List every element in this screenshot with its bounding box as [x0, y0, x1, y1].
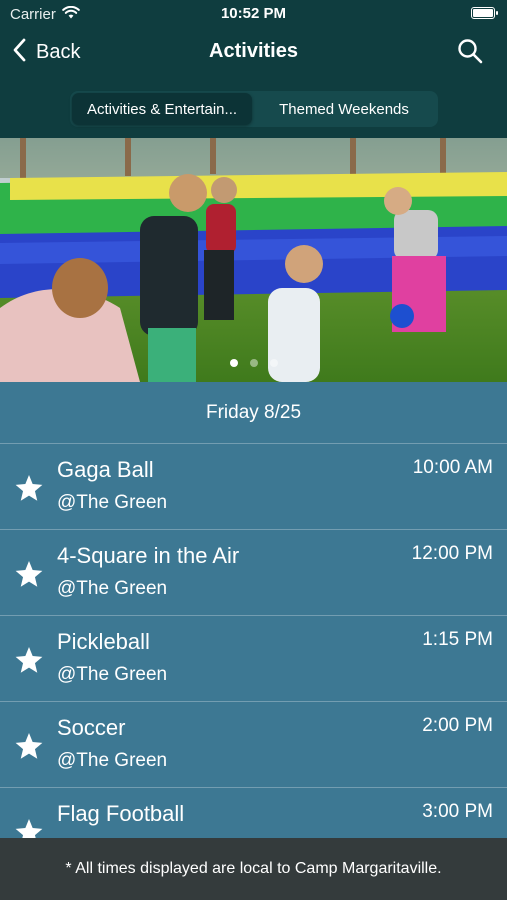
hero-photo — [0, 138, 507, 382]
status-time: 10:52 PM — [220, 5, 287, 22]
list-item[interactable]: Soccer @The Green 2:00 PM — [0, 701, 507, 787]
category-tabs: Activities & Entertain... Themed Weekend… — [70, 91, 438, 127]
activity-location: @The Green — [57, 492, 168, 513]
list-item[interactable]: 4-Square in the Air @The Green 12:00 PM — [0, 529, 507, 615]
activity-time: 3:00 PM — [422, 801, 493, 822]
search-button[interactable] — [457, 38, 483, 69]
tab-themed-weekends[interactable]: Themed Weekends — [252, 93, 436, 125]
activity-time: 10:00 AM — [412, 457, 493, 478]
activity-name: Gaga Ball — [57, 457, 154, 482]
activity-list: Gaga Ball @The Green 10:00 AM 4-Square i… — [0, 443, 507, 873]
battery-icon — [471, 7, 498, 19]
nav-bar: Back Activities — [0, 30, 507, 76]
page-dot — [229, 359, 238, 367]
list-item[interactable]: Gaga Ball @The Green 10:00 AM — [0, 443, 507, 529]
list-item[interactable]: Pickleball @The Green 1:15 PM — [0, 615, 507, 701]
page-dot — [269, 359, 278, 367]
activity-name: Flag Football — [57, 801, 185, 826]
back-label: Back — [36, 41, 81, 63]
activity-name: Pickleball — [57, 629, 150, 654]
timezone-note: * All times displayed are local to Camp … — [65, 860, 442, 877]
carousel-page-indicator[interactable] — [0, 359, 507, 367]
status-bar: Carrier 10:52 PM — [0, 0, 507, 28]
star-icon[interactable] — [14, 646, 44, 679]
star-icon[interactable] — [14, 560, 44, 593]
activity-time: 2:00 PM — [422, 715, 493, 736]
activity-name: 4-Square in the Air — [57, 543, 240, 568]
search-icon — [457, 39, 483, 68]
star-icon[interactable] — [14, 474, 44, 507]
activity-location: @The Green — [57, 664, 168, 685]
schedule-date-header: Friday 8/25 — [205, 402, 302, 423]
activity-time: 1:15 PM — [422, 629, 493, 650]
activity-location: @The Green — [57, 750, 168, 771]
page-dot — [249, 359, 258, 367]
activity-location: @The Green — [57, 578, 168, 599]
activity-name: Soccer — [57, 715, 126, 740]
back-button[interactable]: Back — [12, 38, 80, 67]
timezone-note-bar: * All times displayed are local to Camp … — [0, 838, 507, 900]
star-icon[interactable] — [14, 732, 44, 765]
tab-activities-entertainment[interactable]: Activities & Entertain... — [72, 93, 252, 125]
hero-photo-carousel[interactable] — [0, 138, 507, 382]
header: Carrier 10:52 PM Back Activities Activit… — [0, 0, 507, 138]
chevron-left-icon — [12, 38, 26, 67]
activity-time: 12:00 PM — [411, 543, 493, 564]
